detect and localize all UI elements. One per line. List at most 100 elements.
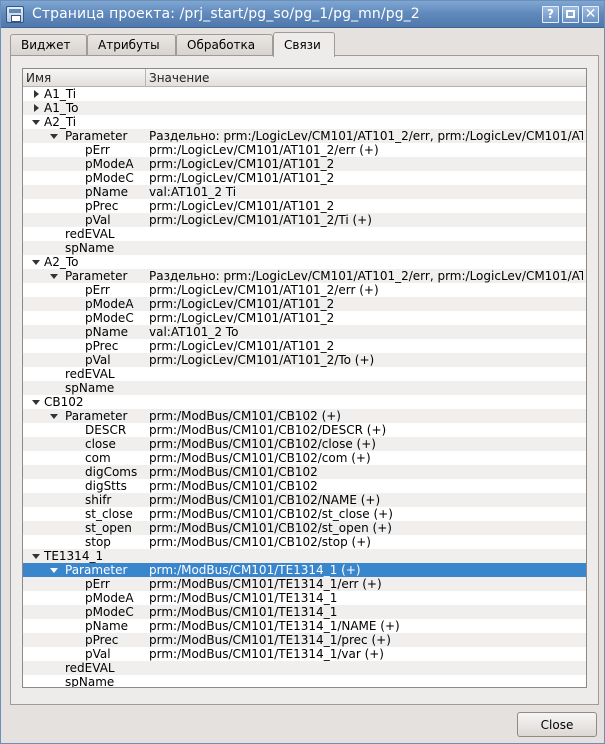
tree-row-name: pPrec: [85, 339, 119, 353]
tree-row[interactable]: pPrec prm:/LogicLev/CM101/AT101_2: [23, 199, 586, 213]
close-button[interactable]: Close: [517, 712, 597, 737]
tree-row[interactable]: pVal prm:/LogicLev/CM101/AT101_2/Ti (+): [23, 213, 586, 227]
collapsed-arrow-icon[interactable]: [31, 101, 43, 115]
tree-row-value: prm:/ModBus/CM101/CB102/com (+): [149, 451, 371, 465]
expanded-arrow-icon[interactable]: [49, 129, 61, 143]
tree-row[interactable]: pVal prm:/ModBus/CM101/TE1314_1/var (+): [23, 647, 586, 661]
tree-row[interactable]: redEVAL: [23, 227, 586, 241]
tree-row[interactable]: Parameter Раздельно: prm:/LogicLev/CM101/…: [23, 269, 586, 283]
tree-row[interactable]: TE1314_1: [23, 549, 586, 563]
links-tree[interactable]: Имя Значение A1_Ti A1_To A2_Ti Parameter Раз…: [22, 68, 587, 688]
tree-row[interactable]: A1_Ti: [23, 87, 586, 101]
tree-row[interactable]: Parameter prm:/ModBus/CM101/TE1314_1 (+): [23, 563, 586, 577]
tree-row-name: spName: [65, 381, 115, 395]
tree-row[interactable]: spName: [23, 675, 586, 688]
tree-row-name: pName: [85, 619, 129, 633]
tree-row[interactable]: CB102: [23, 395, 586, 409]
tree-rows: A1_Ti A1_To A2_Ti Parameter Раздельно: prm:/…: [23, 87, 586, 688]
expanded-arrow-icon[interactable]: [31, 549, 43, 563]
tree-row-name: A2_To: [44, 255, 79, 269]
tree-row-name: shifr: [85, 493, 112, 507]
tree-row-value: prm:/LogicLev/CM101/AT101_2/Ti (+): [149, 213, 372, 227]
tree-row[interactable]: pModeA prm:/LogicLev/CM101/AT101_2: [23, 157, 586, 171]
tree-row[interactable]: shifr prm:/ModBus/CM101/CB102/NAME (+): [23, 493, 586, 507]
tree-row[interactable]: A2_To: [23, 255, 586, 269]
tree-row-value: prm:/ModBus/CM101/CB102/st_close (+): [149, 507, 393, 521]
close-window-button[interactable]: ✕: [582, 6, 599, 23]
tree-row-value: prm:/ModBus/CM101/TE1314_1 (+): [149, 563, 361, 577]
collapsed-arrow-icon[interactable]: [31, 87, 43, 101]
expanded-arrow-icon[interactable]: [31, 115, 43, 129]
tree-row-value: prm:/ModBus/CM101/TE1314_1: [149, 591, 338, 605]
tree-row-value: Раздельно: prm:/LogicLev/CM101/AT101_2/e…: [149, 129, 583, 143]
column-header-name[interactable]: Имя: [23, 69, 146, 87]
tree-row[interactable]: pVal prm:/LogicLev/CM101/AT101_2/To (+): [23, 353, 586, 367]
tree-row[interactable]: DESCR prm:/ModBus/CM101/CB102/DESCR (+): [23, 423, 586, 437]
tree-row[interactable]: st_close prm:/ModBus/CM101/CB102/st_close…: [23, 507, 586, 521]
tree-row[interactable]: pPrec prm:/LogicLev/CM101/AT101_2: [23, 339, 586, 353]
tree-row-name: pPrec: [85, 633, 119, 647]
tree-row[interactable]: pModeC prm:/LogicLev/CM101/AT101_2: [23, 311, 586, 325]
tree-row-name: pModeA: [85, 591, 134, 605]
tree-row-name: close: [85, 437, 116, 451]
tree-row-value: prm:/LogicLev/CM101/AT101_2: [149, 339, 335, 353]
tree-row-name: spName: [65, 241, 115, 255]
tree-row-value: prm:/LogicLev/CM101/AT101_2/err (+): [149, 143, 379, 157]
tree-row[interactable]: pModeC prm:/ModBus/CM101/TE1314_1: [23, 605, 586, 619]
tree-row-value: prm:/ModBus/CM101/TE1314_1/var (+): [149, 647, 384, 661]
tree-row-name: A2_Ti: [44, 115, 77, 129]
tree-row[interactable]: com prm:/ModBus/CM101/CB102/com (+): [23, 451, 586, 465]
tree-row[interactable]: st_open prm:/ModBus/CM101/CB102/st_open (…: [23, 521, 586, 535]
tree-row-name: A1_Ti: [44, 87, 77, 101]
expanded-arrow-icon[interactable]: [49, 409, 61, 423]
tree-row[interactable]: digStts prm:/ModBus/CM101/CB102: [23, 479, 586, 493]
tree-row[interactable]: A2_Ti: [23, 115, 586, 129]
tree-row[interactable]: A1_To: [23, 101, 586, 115]
tree-row-name: Parameter: [65, 129, 128, 143]
tree-row-name: pModeA: [85, 157, 134, 171]
title-bar[interactable]: Страница проекта: /prj_start/pg_so/pg_1/…: [1, 1, 604, 28]
tree-row[interactable]: pModeA prm:/ModBus/CM101/TE1314_1: [23, 591, 586, 605]
tree-row-name: stop: [85, 535, 111, 549]
tab-attributes[interactable]: Атрибуты: [87, 34, 176, 56]
tree-row[interactable]: close prm:/ModBus/CM101/CB102/close (+): [23, 437, 586, 451]
tree-row[interactable]: pModeC prm:/LogicLev/CM101/AT101_2: [23, 171, 586, 185]
expanded-arrow-icon[interactable]: [31, 255, 43, 269]
tree-row-name: A1_To: [44, 101, 79, 115]
tree-row-name: pVal: [85, 213, 111, 227]
tree-row[interactable]: spName: [23, 381, 586, 395]
tree-row[interactable]: pName val:AT101_2 To: [23, 325, 586, 339]
tab-links[interactable]: Связи: [273, 32, 335, 57]
tree-row[interactable]: redEVAL: [23, 661, 586, 675]
tree-row[interactable]: redEVAL: [23, 367, 586, 381]
app-window-icon: [6, 6, 24, 23]
tree-row[interactable]: Parameter prm:/ModBus/CM101/CB102 (+): [23, 409, 586, 423]
tree-row-value: prm:/ModBus/CM101/CB102/stop (+): [149, 535, 371, 549]
tab-widget[interactable]: Виджет: [10, 34, 87, 56]
column-header-value[interactable]: Значение: [146, 69, 586, 87]
help-button[interactable]: ?: [542, 6, 559, 23]
tree-row[interactable]: stop prm:/ModBus/CM101/CB102/stop (+): [23, 535, 586, 549]
tree-row[interactable]: pName prm:/ModBus/CM101/TE1314_1/NAME (+): [23, 619, 586, 633]
expanded-arrow-icon[interactable]: [31, 395, 43, 409]
expanded-arrow-icon[interactable]: [49, 563, 61, 577]
tab-processing[interactable]: Обработка: [176, 34, 273, 56]
tree-row[interactable]: pErr prm:/ModBus/CM101/TE1314_1/err (+): [23, 577, 586, 591]
tree-row-name: spName: [65, 675, 115, 688]
tree-row[interactable]: pModeA prm:/LogicLev/CM101/AT101_2: [23, 297, 586, 311]
maximize-button[interactable]: [562, 6, 579, 23]
tree-row-name: pModeC: [85, 605, 134, 619]
tree-row-value: prm:/ModBus/CM101/TE1314_1/NAME (+): [149, 619, 400, 633]
tree-row[interactable]: pName val:AT101_2 Ti: [23, 185, 586, 199]
tree-row[interactable]: spName: [23, 241, 586, 255]
tree-row[interactable]: digComs prm:/ModBus/CM101/CB102: [23, 465, 586, 479]
expanded-arrow-icon[interactable]: [49, 269, 61, 283]
tree-row[interactable]: pErr prm:/LogicLev/CM101/AT101_2/err (+): [23, 283, 586, 297]
links-tab-panel: Имя Значение A1_Ti A1_To A2_Ti Parameter Раз…: [10, 55, 599, 705]
tree-row-value: prm:/LogicLev/CM101/AT101_2: [149, 199, 335, 213]
tree-row-value: prm:/ModBus/CM101/CB102/close (+): [149, 437, 376, 451]
tree-row[interactable]: pPrec prm:/ModBus/CM101/TE1314_1/prec (+): [23, 633, 586, 647]
tree-row[interactable]: Parameter Раздельно: prm:/LogicLev/CM101/…: [23, 129, 586, 143]
tree-row[interactable]: pErr prm:/LogicLev/CM101/AT101_2/err (+): [23, 143, 586, 157]
tree-row-value: prm:/ModBus/CM101/CB102 (+): [149, 409, 341, 423]
